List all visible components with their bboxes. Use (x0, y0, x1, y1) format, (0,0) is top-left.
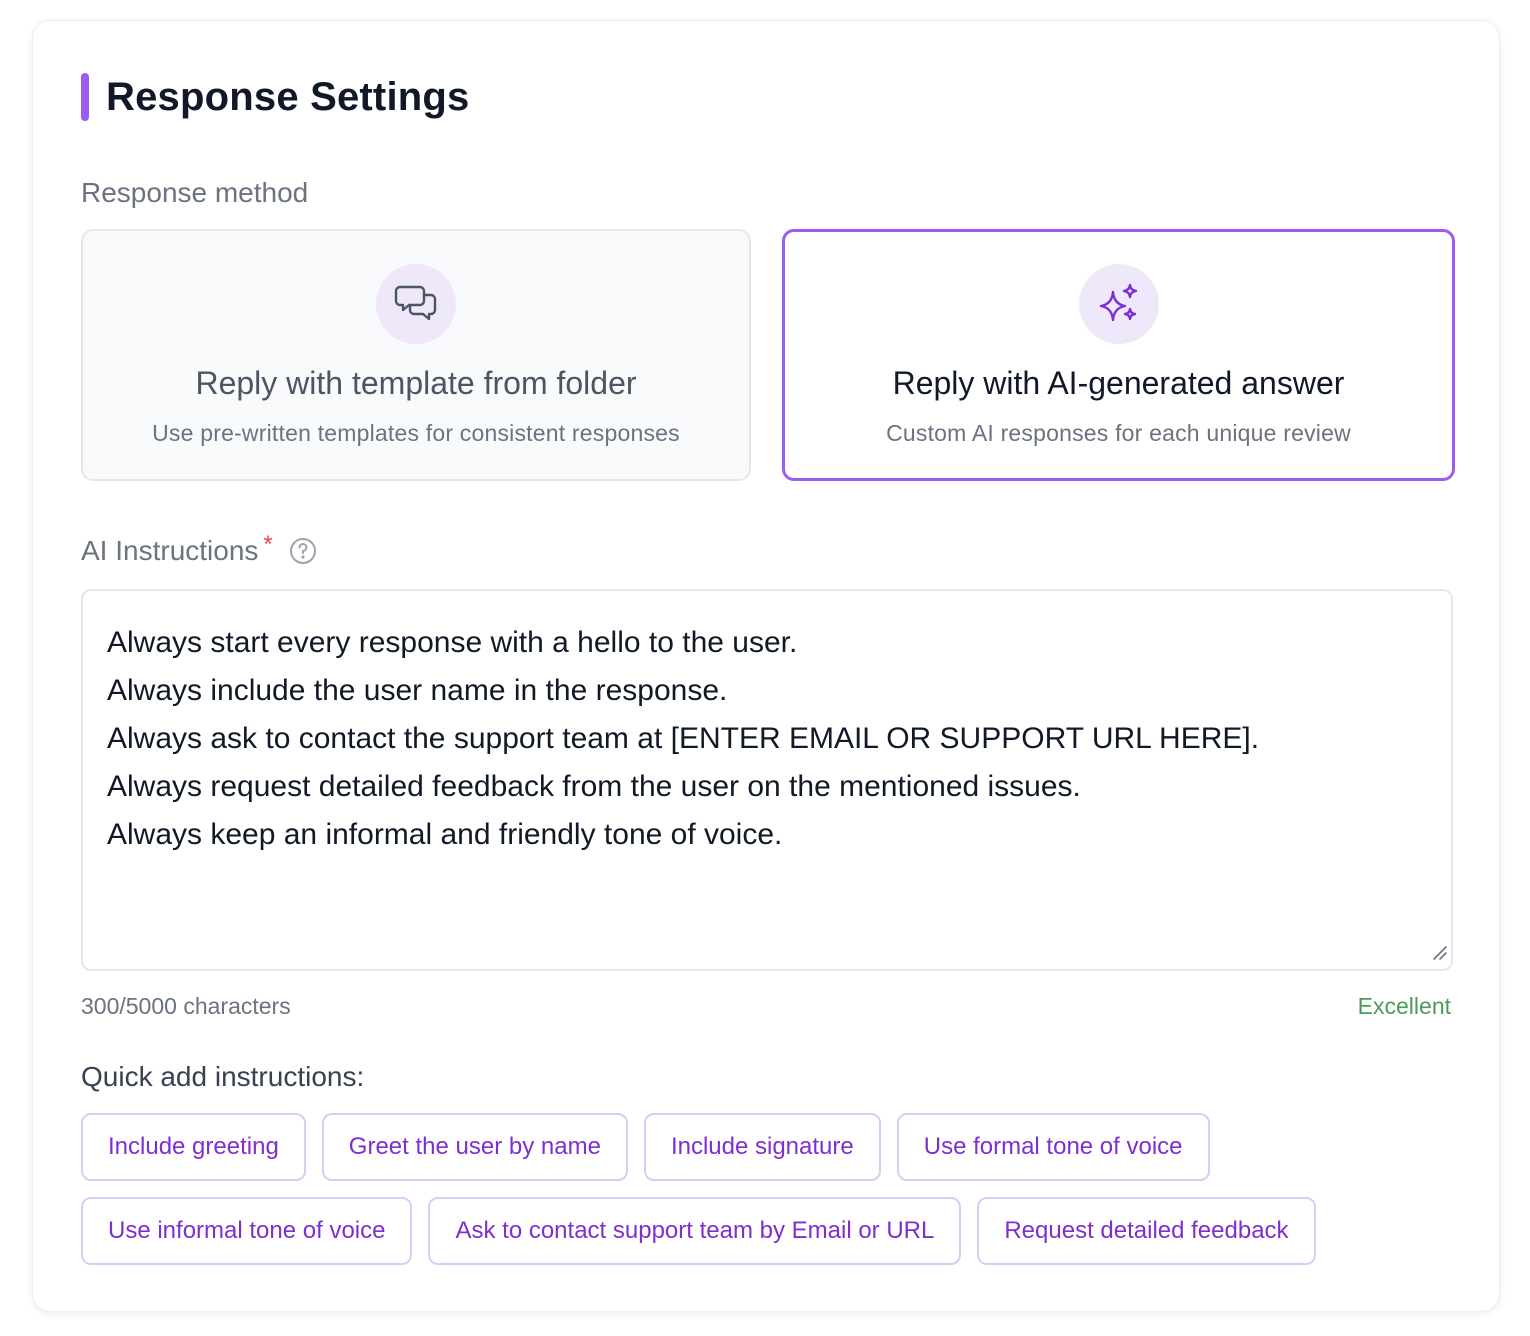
instruction-line: Always request detailed feedback from th… (107, 770, 1081, 803)
chip-request-feedback[interactable]: Request detailed feedback (977, 1197, 1316, 1265)
chip-formal-tone[interactable]: Use formal tone of voice (896, 1113, 1210, 1181)
option-description: Use pre-written templates for consistent… (152, 420, 680, 446)
chip-include-signature[interactable]: Include signature (643, 1113, 881, 1181)
required-marker: * (263, 531, 273, 558)
instruction-line: Always start every response with a hello… (107, 626, 798, 659)
option-description: Custom AI responses for each unique revi… (886, 420, 1351, 446)
chip-include-greeting[interactable]: Include greeting (81, 1113, 306, 1181)
quick-add-label: Quick add instructions: (81, 1061, 365, 1092)
chip-informal-tone[interactable]: Use informal tone of voice (81, 1197, 413, 1265)
chip-greet-by-name[interactable]: Greet the user by name (321, 1113, 628, 1181)
instruction-line: Always include the user name in the resp… (107, 674, 728, 707)
question-circle-icon[interactable] (289, 537, 317, 565)
accent-bar (81, 73, 89, 121)
instruction-line: Always ask to contact the support team a… (107, 722, 1260, 755)
ai-instructions-label-row: AI Instructions * (81, 531, 317, 567)
response-method-label: Response method (81, 177, 309, 208)
chip-contact-support[interactable]: Ask to contact support team by Email or … (428, 1197, 962, 1265)
option-title: Reply with template from folder (195, 365, 637, 401)
page-title: Response Settings (106, 74, 470, 119)
ai-instructions-textarea[interactable]: Always start every response with a hello… (81, 589, 1453, 971)
quality-indicator: Excellent (1357, 993, 1451, 1019)
quick-add-chips: Include greeting Greet the user by name … (81, 1113, 1461, 1281)
option-ai-reply[interactable]: Reply with AI-generated answer Custom AI… (782, 229, 1455, 481)
chat-bubbles-icon (376, 264, 456, 344)
option-title: Reply with AI-generated answer (892, 365, 1345, 401)
option-template-reply[interactable]: Reply with template from folder Use pre-… (81, 229, 751, 481)
chip-row: Use informal tone of voice Ask to contac… (81, 1197, 1461, 1265)
ai-instructions-label: AI Instructions (81, 535, 259, 566)
instruction-line: Always keep an informal and friendly ton… (107, 818, 783, 851)
chip-row: Include greeting Greet the user by name … (81, 1113, 1461, 1181)
page-heading: Response Settings (81, 73, 469, 121)
sparkles-icon (1078, 264, 1159, 344)
resize-handle-icon[interactable] (1432, 945, 1448, 966)
character-count: 300/5000 characters (81, 993, 291, 1019)
response-settings-card: Response Settings Response method Reply … (32, 20, 1500, 1312)
